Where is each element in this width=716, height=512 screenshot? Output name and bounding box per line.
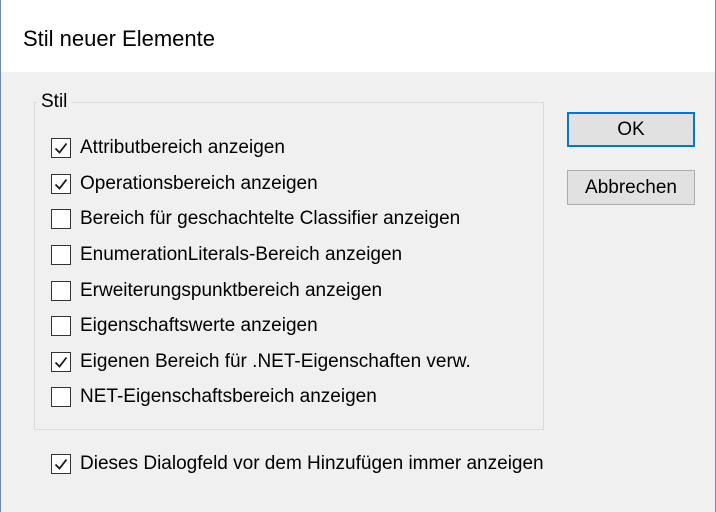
checkmark-icon [54,458,68,470]
dialog-window: Stil neuer Elemente Stil Attributbereich… [0,0,716,512]
option-own-net-properties-compartment[interactable]: Eigenen Bereich für .NET-Eigenschaften v… [51,348,471,376]
checkbox[interactable] [51,352,71,372]
option-nested-classifier-compartment[interactable]: Bereich für geschachtelte Classifier anz… [51,205,460,233]
option-attribute-compartment[interactable]: Attributbereich anzeigen [51,134,285,162]
cancel-button[interactable]: Abbrechen [567,170,695,205]
option-label: Bereich für geschachtelte Classifier anz… [80,208,461,229]
option-label: Eigenen Bereich für .NET-Eigenschaften v… [80,351,471,372]
checkbox[interactable] [51,281,71,301]
option-label: Dieses Dialogfeld vor dem Hinzufügen imm… [80,453,544,474]
checkmark-icon [54,356,68,368]
checkbox[interactable] [51,316,71,336]
option-label: Operationsbereich anzeigen [80,173,318,194]
dialog-body: Stil Attributbereich anzeigen Operations… [1,72,715,512]
option-label: Erweiterungspunktbereich anzeigen [80,280,383,301]
checkmark-icon [54,178,68,190]
style-group-label: Stil [37,90,72,114]
title-bar[interactable]: Stil neuer Elemente [1,0,715,73]
option-always-show-dialog[interactable]: Dieses Dialogfeld vor dem Hinzufügen imm… [51,450,544,478]
checkmark-icon [54,142,68,154]
option-net-properties-compartment[interactable]: NET-Eigenschaftsbereich anzeigen [51,383,377,411]
checkbox[interactable] [51,174,71,194]
checkbox[interactable] [51,245,71,265]
checkbox[interactable] [51,387,71,407]
ok-button[interactable]: OK [567,112,695,147]
dialog-title: Stil neuer Elemente [23,26,215,51]
option-enumeration-literals-compartment[interactable]: EnumerationLiterals-Bereich anzeigen [51,241,402,269]
option-operation-compartment[interactable]: Operationsbereich anzeigen [51,170,318,198]
checkbox[interactable] [51,209,71,229]
option-extension-point-compartment[interactable]: Erweiterungspunktbereich anzeigen [51,277,382,305]
option-label: Attributbereich anzeigen [80,137,285,158]
option-label: EnumerationLiterals-Bereich anzeigen [80,244,403,265]
option-tagged-values[interactable]: Eigenschaftswerte anzeigen [51,312,318,340]
checkbox[interactable] [51,454,71,474]
option-label: NET-Eigenschaftsbereich anzeigen [80,386,377,407]
checkbox[interactable] [51,138,71,158]
option-label: Eigenschaftswerte anzeigen [80,315,318,336]
